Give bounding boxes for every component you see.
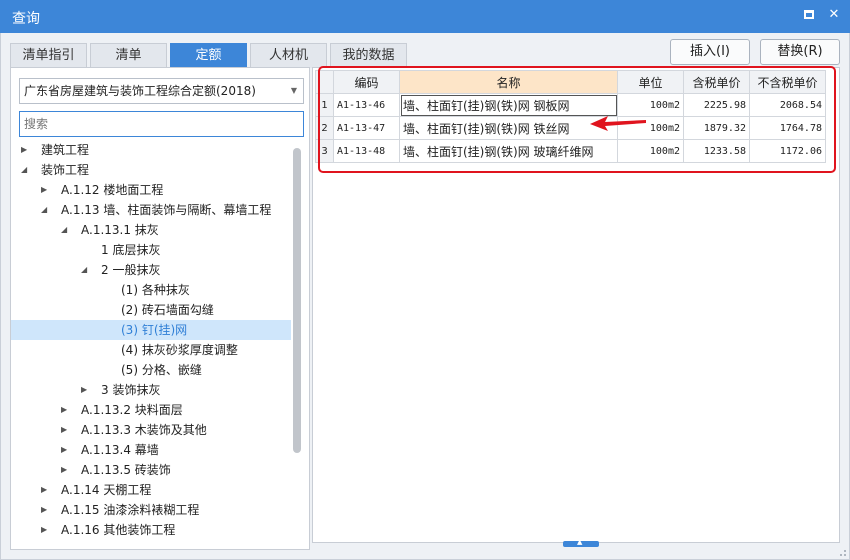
maximize-icon xyxy=(804,10,814,19)
tree-item-label: (3) 钉(挂)网 xyxy=(121,323,188,337)
tree-expand-icon[interactable]: ▶ xyxy=(41,520,51,540)
tree-item-label: A.1.13.5 砖装饰 xyxy=(81,463,171,477)
tree-item-label: (5) 分格、嵌缝 xyxy=(121,363,202,377)
replace-button[interactable]: 替换(R) xyxy=(760,39,840,65)
tree-item-label: A.1.16 其他装饰工程 xyxy=(61,523,176,537)
close-icon: ✕ xyxy=(828,7,840,22)
resize-grip-icon[interactable] xyxy=(837,547,847,557)
tab-my-data[interactable]: 我的数据 xyxy=(330,43,407,68)
tree-item-label: A.1.13.4 幕墙 xyxy=(81,443,159,457)
maximize-button[interactable] xyxy=(801,7,817,23)
window-title: 查询 xyxy=(12,11,40,27)
tree-item[interactable]: ▶ A.1.12 楼地面工程 xyxy=(11,180,291,200)
tree-collapse-icon[interactable]: ◢ xyxy=(41,200,51,220)
insert-button[interactable]: 插入(I) xyxy=(670,39,750,65)
tree-item[interactable]: 1 底层抹灰 xyxy=(11,240,291,260)
tree-item-label: A.1.13.3 木装饰及其他 xyxy=(81,423,207,437)
tree-item[interactable]: ▶ A.1.15 油漆涂料裱糊工程 xyxy=(11,500,291,520)
tree-item-label: A.1.14 天棚工程 xyxy=(61,483,152,497)
tree-item-label: 建筑工程 xyxy=(41,143,90,157)
tree-item-label: (4) 抹灰砂浆厚度调整 xyxy=(121,343,238,357)
title-bar: 查询 ✕ xyxy=(0,0,850,33)
tree-item[interactable]: ▶ A.1.16 其他装饰工程 xyxy=(11,520,291,540)
quota-library-value: 广东省房屋建筑与装饰工程综合定额(2018) xyxy=(24,84,256,98)
panel-collapse-handle[interactable]: ▲ xyxy=(563,538,599,547)
annotation-arrow-icon xyxy=(590,116,646,131)
tree-item[interactable]: ◢ 2 一般抹灰 xyxy=(11,260,291,280)
quota-tree-panel: 广东省房屋建筑与装饰工程综合定额(2018) ▼ ▶ 建筑工程 ◢ 装饰工程 ▶ A.1.… xyxy=(10,67,310,550)
tree-expand-icon[interactable]: ▶ xyxy=(61,400,71,420)
tree-scrollbar-thumb[interactable] xyxy=(293,148,301,453)
tree-item[interactable]: ▶ 3 装饰抹灰 xyxy=(11,380,291,400)
tree-item-label: A.1.15 油漆涂料裱糊工程 xyxy=(61,503,200,517)
tree-expand-icon[interactable]: ▶ xyxy=(61,460,71,480)
tree-item[interactable]: ▶ A.1.13.4 幕墙 xyxy=(11,440,291,460)
tab-bill[interactable]: 清单 xyxy=(90,43,167,68)
tab-quota[interactable]: 定额 xyxy=(170,43,247,68)
tree-expand-icon[interactable]: ▶ xyxy=(41,180,51,200)
tree-expand-icon[interactable]: ▶ xyxy=(61,420,71,440)
tree-expand-icon[interactable]: ▶ xyxy=(41,500,51,520)
close-button[interactable]: ✕ xyxy=(826,7,842,23)
tree-expand-icon[interactable]: ▶ xyxy=(21,140,31,160)
tree-item[interactable]: (3) 钉(挂)网 xyxy=(11,320,291,340)
tree-item-label: A.1.13.1 抹灰 xyxy=(81,223,159,237)
tree-item[interactable]: ◢ A.1.13 墙、柱面装饰与隔断、幕墙工程 xyxy=(11,200,291,220)
tree-collapse-icon[interactable]: ◢ xyxy=(81,260,91,280)
tree-item[interactable]: ▶ A.1.13.2 块料面层 xyxy=(11,400,291,420)
tree-item[interactable]: ▶ A.1.14 天棚工程 xyxy=(11,480,291,500)
tree-item-label: A.1.13 墙、柱面装饰与隔断、幕墙工程 xyxy=(61,203,272,217)
tree-item[interactable]: ▶ 建筑工程 xyxy=(11,140,291,160)
chevron-down-icon: ▼ xyxy=(290,86,297,95)
tree-item-label: (1) 各种抹灰 xyxy=(121,283,190,297)
tree-item-label: A.1.13.2 块料面层 xyxy=(81,403,183,417)
search-input[interactable] xyxy=(19,111,304,137)
annotation-highlight-box xyxy=(318,66,836,173)
tree-item-label: (2) 砖石墙面勾缝 xyxy=(121,303,214,317)
tab-labor-material-machine[interactable]: 人材机 xyxy=(250,43,327,68)
tree-item[interactable]: ▶ A.1.13.3 木装饰及其他 xyxy=(11,420,291,440)
tree-item-label: A.1.12 楼地面工程 xyxy=(61,183,164,197)
tree-expand-icon[interactable]: ▶ xyxy=(61,440,71,460)
tree-item[interactable]: (4) 抹灰砂浆厚度调整 xyxy=(11,340,291,360)
tree-item-label: 2 一般抹灰 xyxy=(101,263,161,277)
tree-item[interactable]: (2) 砖石墙面勾缝 xyxy=(11,300,291,320)
tree-scrollbar[interactable] xyxy=(292,148,302,548)
tree-item[interactable]: ▶ A.1.13.5 砖装饰 xyxy=(11,460,291,480)
tree-item[interactable]: (1) 各种抹灰 xyxy=(11,280,291,300)
tree-collapse-icon[interactable]: ◢ xyxy=(21,160,31,180)
tree-expand-icon[interactable]: ▶ xyxy=(41,480,51,500)
tree-item[interactable]: ◢ A.1.13.1 抹灰 xyxy=(11,220,291,240)
tree-item-label: 装饰工程 xyxy=(41,163,90,177)
chevron-up-icon: ▲ xyxy=(577,538,583,546)
tree-expand-icon[interactable]: ▶ xyxy=(81,380,91,400)
tab-list-guide[interactable]: 清单指引 xyxy=(10,43,87,68)
tree-item[interactable]: (5) 分格、嵌缝 xyxy=(11,360,291,380)
quota-library-select[interactable]: 广东省房屋建筑与装饰工程综合定额(2018) ▼ xyxy=(19,78,304,104)
tree-item[interactable]: ◢ 装饰工程 xyxy=(11,160,291,180)
tree-item-label: 3 装饰抹灰 xyxy=(101,383,161,397)
tree-collapse-icon[interactable]: ◢ xyxy=(61,220,71,240)
tree-item-label: 1 底层抹灰 xyxy=(101,243,161,257)
